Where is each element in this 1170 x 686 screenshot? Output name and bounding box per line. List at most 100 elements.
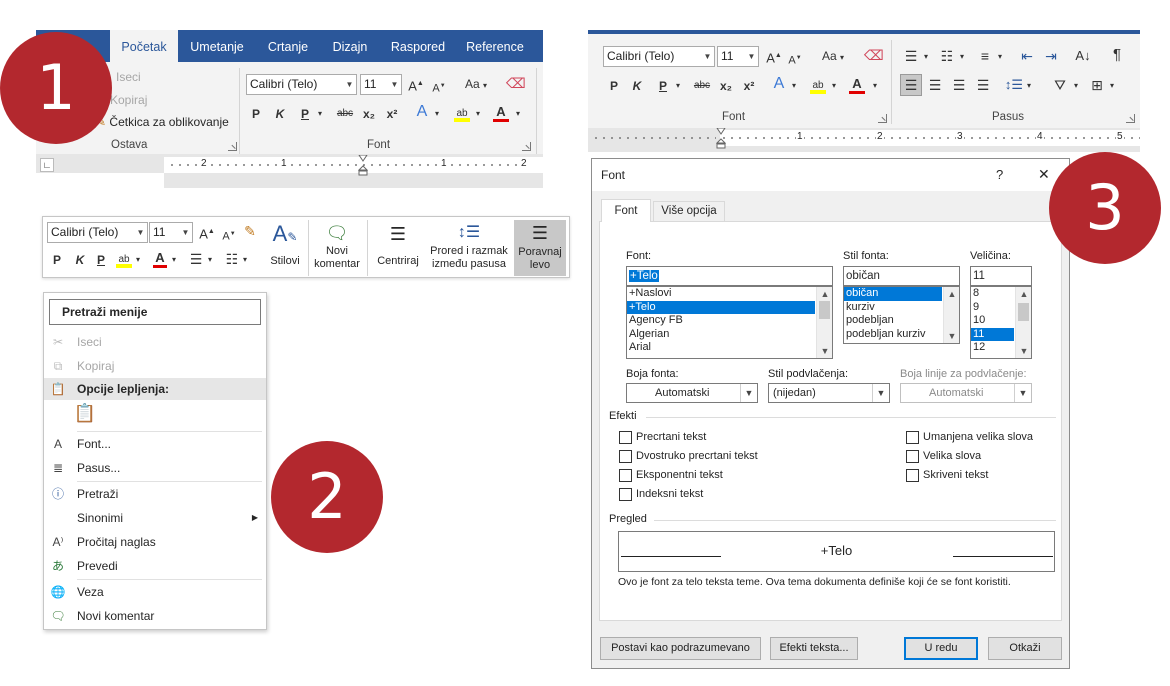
paintbrush-icon[interactable]: ✎ <box>241 221 259 241</box>
change-case-button[interactable]: Aa ▾ <box>461 74 491 94</box>
paste-keep-formatting-icon[interactable]: 📋 <box>73 403 97 429</box>
align-left-button[interactable]: ☰ <box>900 74 922 96</box>
list-item[interactable]: +Telo <box>627 300 815 315</box>
tab-selector-icon[interactable]: ∟ <box>40 158 54 172</box>
chevron-down-icon[interactable]: ▾ <box>241 250 249 270</box>
scroll-thumb[interactable] <box>1018 303 1029 321</box>
grow-font-button[interactable]: A▲ <box>199 222 215 242</box>
font-name-input[interactable]: +Telo <box>626 266 833 286</box>
font-size-input[interactable]: 11 <box>970 266 1032 286</box>
chevron-down-icon[interactable]: ▼ <box>817 344 832 358</box>
list-item[interactable]: podebljan kurziv <box>844 328 959 342</box>
subscript-button[interactable]: x₂ <box>718 76 734 96</box>
checkbox-box[interactable] <box>619 450 632 463</box>
scroll-thumb[interactable] <box>819 301 830 319</box>
line-spacing-button[interactable]: ↕☰ Prored i razmak između pasusa <box>425 221 513 275</box>
checkbox-box[interactable] <box>619 488 632 501</box>
tab-advanced[interactable]: Više opcija <box>653 201 725 221</box>
bold-button[interactable]: P <box>249 104 263 124</box>
chevron-down-icon[interactable]: ▾ <box>514 104 522 124</box>
horizontal-ruler[interactable]: 1 2 3 4 5 <box>588 127 1140 149</box>
chevron-down-icon[interactable]: ▾ <box>315 104 325 124</box>
sort-icon[interactable]: A↓ <box>1074 46 1092 66</box>
font-style-input[interactable]: običan <box>843 266 960 286</box>
subscript-button[interactable]: x₂ <box>361 104 377 124</box>
chevron-down-icon[interactable]: ▾ <box>871 76 879 96</box>
clipboard-launcher-icon[interactable] <box>228 142 237 151</box>
show-marks-icon[interactable]: ¶ <box>1108 45 1126 65</box>
chevron-up-icon[interactable]: ▲ <box>944 287 959 301</box>
italic-button[interactable]: K <box>273 104 287 124</box>
font-size-listbox[interactable]: 8 9 10 11 12 ▲ ▼ <box>970 286 1032 359</box>
font-color-button[interactable]: A <box>492 102 510 122</box>
bullets-icon[interactable]: ☰ <box>902 46 920 66</box>
highlight-color-button[interactable]: ab <box>808 74 828 94</box>
chevron-down-icon[interactable]: ▾ <box>206 250 214 270</box>
chevron-down-icon[interactable]: ▾ <box>474 104 482 124</box>
size-list-scrollbar[interactable]: ▲ ▼ <box>1015 287 1031 358</box>
bold-button[interactable]: P <box>608 76 620 96</box>
bold-button[interactable]: P <box>51 250 63 270</box>
tab-design[interactable]: Dizajn <box>326 30 374 62</box>
format-painter-button[interactable]: ✎ Četkica za oblikovanje <box>96 115 229 129</box>
chevron-down-icon[interactable]: ▾ <box>433 104 441 124</box>
chevron-down-icon[interactable]: ▾ <box>830 76 838 96</box>
cancel-button[interactable]: Otkaži <box>988 637 1062 660</box>
shrink-font-button[interactable]: A▼ <box>788 48 802 68</box>
tab-references[interactable]: Reference <box>462 30 528 62</box>
text-effects-icon[interactable]: A <box>412 102 432 122</box>
tab-home[interactable]: Početak <box>110 30 178 62</box>
tab-layout[interactable]: Raspored <box>386 30 450 62</box>
styles-button[interactable]: A✎ Stilovi <box>266 221 304 275</box>
clear-formatting-icon[interactable]: ⌫ <box>506 73 526 93</box>
font-listbox[interactable]: +Naslovi +Telo Agency FB Algerian Arial … <box>626 286 833 359</box>
font-launcher-icon[interactable] <box>878 114 887 123</box>
bullets-icon[interactable]: ☰ <box>187 249 205 269</box>
font-color-button[interactable]: A <box>848 74 866 94</box>
font-color-button[interactable]: A <box>152 248 168 268</box>
menu-item-cut[interactable]: ✂ Iseci <box>44 331 266 353</box>
font-name-combo[interactable]: Calibri (Telo) ▼ <box>47 222 148 243</box>
chevron-down-icon[interactable]: ▾ <box>922 47 930 67</box>
align-right-icon[interactable]: ☰ <box>950 75 968 95</box>
font-size-combo[interactable]: 11 ▼ <box>717 46 759 67</box>
style-list-scrollbar[interactable]: ▲ ▼ <box>943 287 959 343</box>
strikethrough-button[interactable]: abc <box>335 104 355 124</box>
numbering-icon[interactable]: ☷ <box>938 46 956 66</box>
list-item[interactable]: +Naslovi <box>627 287 832 301</box>
font-size-combo[interactable]: 11 ▼ <box>360 74 402 95</box>
chevron-down-icon[interactable]: ▼ <box>1016 344 1031 358</box>
list-item[interactable]: podebljan <box>844 314 959 328</box>
grow-font-button[interactable]: A▲ <box>407 74 425 94</box>
font-list-scrollbar[interactable]: ▲ ▼ <box>816 287 832 358</box>
list-item[interactable]: kurziv <box>844 301 959 315</box>
shrink-font-button[interactable]: A▼ <box>431 76 447 96</box>
list-item[interactable]: Arial <box>627 341 832 355</box>
list-item[interactable]: Agency FB <box>627 314 832 328</box>
decrease-indent-icon[interactable]: ⇤ <box>1018 46 1036 66</box>
superscript-button[interactable]: x² <box>384 104 400 124</box>
menu-search-input[interactable]: Pretraži menije <box>49 299 261 325</box>
underline-button[interactable]: P <box>95 250 107 270</box>
list-item[interactable]: 11 <box>971 327 1014 342</box>
set-default-button[interactable]: Postavi kao podrazumevano <box>600 637 761 660</box>
ok-button[interactable]: U redu <box>904 637 978 660</box>
italic-button[interactable]: K <box>631 76 643 96</box>
horizontal-ruler[interactable]: 2 1 1 2 <box>164 154 543 176</box>
checkbox-box[interactable] <box>906 431 919 444</box>
multilevel-list-icon[interactable]: ≡ <box>976 46 994 66</box>
grow-font-button[interactable]: A▲ <box>766 46 782 66</box>
menu-item-font[interactable]: A Font... <box>44 433 266 455</box>
align-center-icon[interactable]: ☰ <box>926 75 944 95</box>
indent-marker-icon[interactable] <box>715 127 727 149</box>
numbering-icon[interactable]: ☷ <box>223 249 241 269</box>
menu-item-link[interactable]: 🌐 Veza <box>44 581 266 603</box>
underline-button[interactable]: P <box>298 104 312 124</box>
tab-font[interactable]: Font <box>601 199 651 222</box>
font-name-combo[interactable]: Calibri (Telo) ▼ <box>246 74 357 95</box>
underline-color-select[interactable]: Automatski ▼ <box>900 383 1032 403</box>
highlight-color-button[interactable]: ab <box>452 102 472 122</box>
chevron-down-icon[interactable]: ▾ <box>1108 76 1116 96</box>
paragraph-launcher-icon[interactable] <box>1126 114 1135 123</box>
checkbox-box[interactable] <box>619 431 632 444</box>
